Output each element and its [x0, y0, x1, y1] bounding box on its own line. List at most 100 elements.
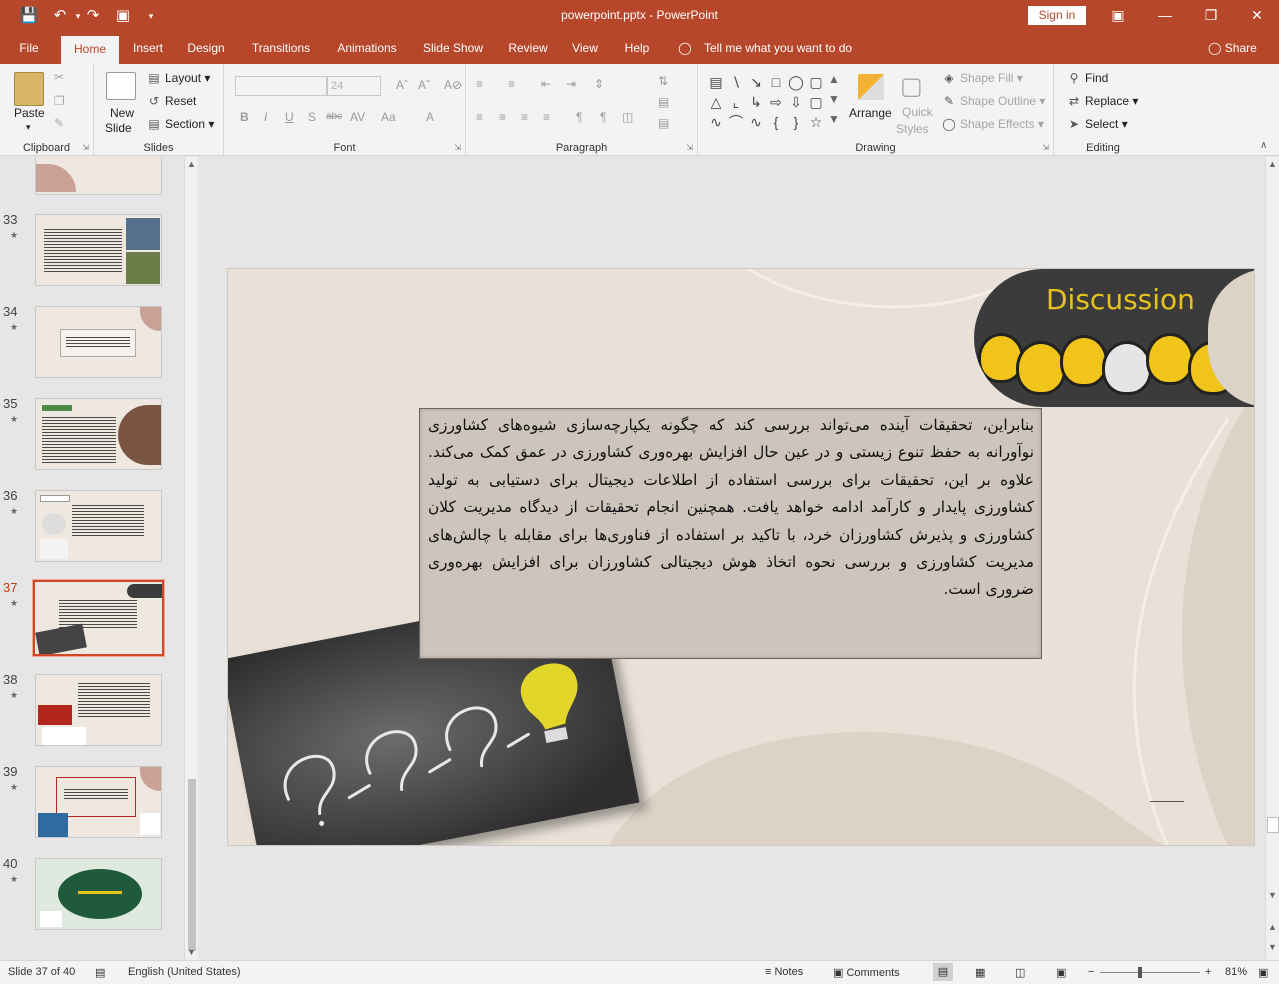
restore-icon[interactable]: ❐ — [1199, 4, 1223, 26]
close-icon[interactable]: ✕ — [1245, 4, 1269, 26]
shapes-scroll-up-icon[interactable]: ▲ — [828, 72, 840, 86]
rtl-icon[interactable]: ¶ — [576, 110, 582, 124]
new-slide-icon[interactable] — [106, 72, 136, 100]
clipboard-launcher-icon[interactable]: ⇲ — [82, 143, 89, 152]
quick-styles-button-line2[interactable]: Styles — [896, 122, 929, 136]
zoom-level[interactable]: 81% — [1225, 966, 1247, 978]
align-center-icon[interactable]: ≡ — [499, 110, 506, 124]
format-painter-icon[interactable]: ✎ — [54, 116, 64, 130]
down-arrow-shape-icon[interactable]: ⇩ — [786, 92, 806, 112]
smartart-icon[interactable]: ▤ — [658, 116, 669, 130]
zoom-out-icon[interactable]: − — [1088, 966, 1094, 978]
current-slide[interactable]: Discussion بنابراین، تحقیقات آینده می‌تو… — [227, 268, 1255, 846]
font-size-box[interactable]: 24 — [327, 76, 381, 96]
zoom-in-icon[interactable]: + — [1205, 966, 1211, 978]
increase-indent-icon[interactable]: ⇥ — [566, 77, 576, 91]
quick-styles-icon[interactable]: ▢ — [900, 72, 923, 101]
callout-shape-icon[interactable]: ▢ — [806, 92, 826, 112]
tab-home[interactable]: Home — [61, 36, 119, 64]
elbow-arrow-icon[interactable]: ↳ — [746, 92, 766, 112]
bullets-icon[interactable]: ≡ — [476, 77, 483, 91]
minimize-icon[interactable]: — — [1153, 4, 1177, 26]
tab-file[interactable]: File — [10, 32, 48, 64]
oval-shape-icon[interactable]: ◯ — [786, 72, 806, 92]
slide-thumbnail-32[interactable] — [35, 157, 162, 195]
decrease-indent-icon[interactable]: ⇤ — [541, 77, 551, 91]
tell-me-search[interactable]: ◯ Tell me what you want to do — [678, 32, 852, 64]
tab-slide-show[interactable]: Slide Show — [419, 32, 487, 64]
find-button[interactable]: ⚲ Find — [1066, 71, 1109, 85]
replace-button[interactable]: ⇄ Replace ▾ — [1066, 94, 1138, 108]
underline-icon[interactable]: U — [285, 110, 294, 124]
tab-help[interactable]: Help — [618, 32, 656, 64]
textbox-shape-icon[interactable]: ▤ — [706, 72, 726, 92]
triangle-shape-icon[interactable]: △ — [706, 92, 726, 112]
columns-icon[interactable]: ◫ — [622, 110, 633, 124]
shapes-gallery[interactable]: ▤ ∖ ↘ □ ◯ ▢ △ ⌞ ↳ ⇨ ⇩ ▢ ∿ ⌒ ∿{} ☆ — [706, 72, 826, 134]
shapes-more-icon[interactable]: ▼ — [828, 112, 840, 126]
italic-icon[interactable]: I — [264, 110, 267, 124]
text-shadow-icon[interactable]: S — [308, 110, 316, 124]
share-button[interactable]: ◯ Share — [1208, 32, 1257, 64]
scroll-up-icon[interactable]: ▲ — [1268, 159, 1277, 169]
paste-icon[interactable] — [14, 72, 44, 106]
sign-in-button[interactable]: Sign in — [1028, 6, 1086, 25]
arrange-button[interactable]: Arrange — [849, 106, 892, 120]
freeform-shape-icon[interactable]: ∿ — [746, 112, 766, 132]
change-case-icon[interactable]: Aa — [381, 110, 396, 124]
arrange-icon[interactable] — [858, 74, 884, 100]
copy-icon[interactable]: ❐ — [54, 94, 65, 108]
elbow-connector-icon[interactable]: ⌞ — [726, 92, 746, 112]
slide-thumbnail-38[interactable] — [35, 674, 162, 746]
fit-to-window-icon[interactable]: ▣ — [1258, 966, 1268, 979]
decrease-font-icon[interactable]: Aˇ — [418, 78, 430, 92]
zoom-slider-thumb[interactable] — [1138, 967, 1142, 978]
thumbnail-scroll-thumb[interactable] — [188, 779, 196, 951]
new-slide-button-line2[interactable]: Slide — [105, 121, 132, 135]
line-shape-icon[interactable]: ∖ — [726, 72, 746, 92]
ltr-icon[interactable]: ¶ — [600, 110, 606, 124]
slide-thumbnail-39[interactable] — [35, 766, 162, 838]
strikethrough-icon[interactable]: abc — [326, 111, 342, 122]
tab-review[interactable]: Review — [502, 32, 554, 64]
comments-button[interactable]: ▣ Comments — [833, 966, 900, 979]
arrow-line-shape-icon[interactable]: ↘ — [746, 72, 766, 92]
align-left-icon[interactable]: ≡ — [476, 110, 483, 124]
reading-view-icon[interactable]: ◫ — [1015, 966, 1025, 979]
previous-slide-icon[interactable]: ▲ — [1268, 922, 1277, 932]
slide-thumbnail-37[interactable] — [32, 579, 165, 657]
slide-sorter-icon[interactable]: ▦ — [975, 966, 985, 979]
drawing-launcher-icon[interactable]: ⇲ — [1042, 143, 1049, 152]
normal-view-icon[interactable]: ▤ — [933, 963, 953, 981]
paste-button[interactable]: Paste — [14, 106, 45, 120]
thumbnail-scrollbar[interactable]: ▲ ▼ — [184, 157, 198, 960]
arc-shape-icon[interactable]: ⌒ — [726, 112, 746, 132]
tab-transitions[interactable]: Transitions — [246, 32, 316, 64]
shapes-scroll-down-icon[interactable]: ▼ — [828, 92, 840, 106]
slide-thumbnail-33[interactable] — [35, 214, 162, 286]
shape-outline-button[interactable]: ✎ Shape Outline ▾ — [941, 94, 1045, 108]
tab-view[interactable]: View — [567, 32, 603, 64]
paragraph-launcher-icon[interactable]: ⇲ — [686, 143, 693, 152]
slide-thumbnail-36[interactable] — [35, 490, 162, 562]
tab-animations[interactable]: Animations — [331, 32, 403, 64]
text-direction-icon[interactable]: ⇅ — [658, 74, 668, 88]
right-arrow-shape-icon[interactable]: ⇨ — [766, 92, 786, 112]
curve-shape-icon[interactable]: ∿ — [706, 112, 726, 132]
rectangle-shape-icon[interactable]: □ — [766, 72, 786, 92]
slide-thumbnail-35[interactable] — [35, 398, 162, 470]
font-launcher-icon[interactable]: ⇲ — [454, 143, 461, 152]
new-slide-button[interactable]: New — [110, 106, 134, 120]
editor-scroll-thumb[interactable] — [1267, 817, 1279, 833]
spell-check-icon[interactable]: ▤ — [95, 966, 105, 979]
shape-effects-button[interactable]: ◯ Shape Effects ▾ — [941, 117, 1044, 131]
collapse-ribbon-icon[interactable]: ∧ — [1260, 140, 1267, 151]
language-indicator[interactable]: English (United States) — [128, 966, 241, 978]
slide-show-icon[interactable]: ▣ — [1056, 966, 1066, 979]
align-text-icon[interactable]: ▤ — [658, 95, 669, 109]
reset-button[interactable]: ↺ Reset — [146, 94, 196, 108]
select-button[interactable]: ➤ Select ▾ — [1066, 117, 1128, 131]
cut-icon[interactable]: ✂ — [54, 70, 64, 84]
font-name-box[interactable] — [235, 76, 327, 96]
body-text-box[interactable]: بنابراین، تحقیقات آینده می‌تواند بررسی ک… — [419, 408, 1042, 659]
